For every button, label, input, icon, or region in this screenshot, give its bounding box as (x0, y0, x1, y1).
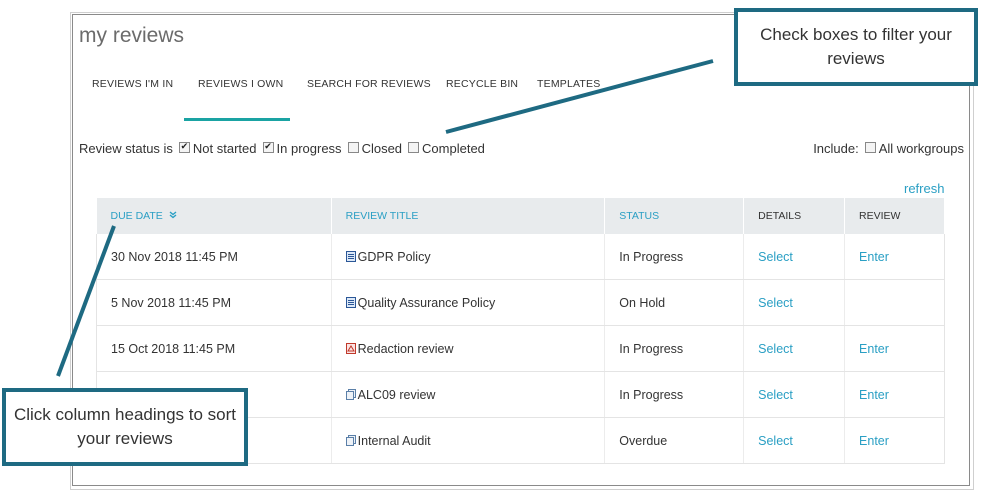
filter-callout-pointer (445, 59, 714, 134)
sort-callout-text: Click column headings to sort your revie… (13, 405, 237, 448)
sort-callout: Click column headings to sort your revie… (2, 388, 248, 466)
filter-callout-text: Check boxes to filter your reviews (760, 25, 952, 68)
filter-callout: Check boxes to filter your reviews (734, 8, 978, 86)
sort-callout-pointer (56, 225, 116, 377)
